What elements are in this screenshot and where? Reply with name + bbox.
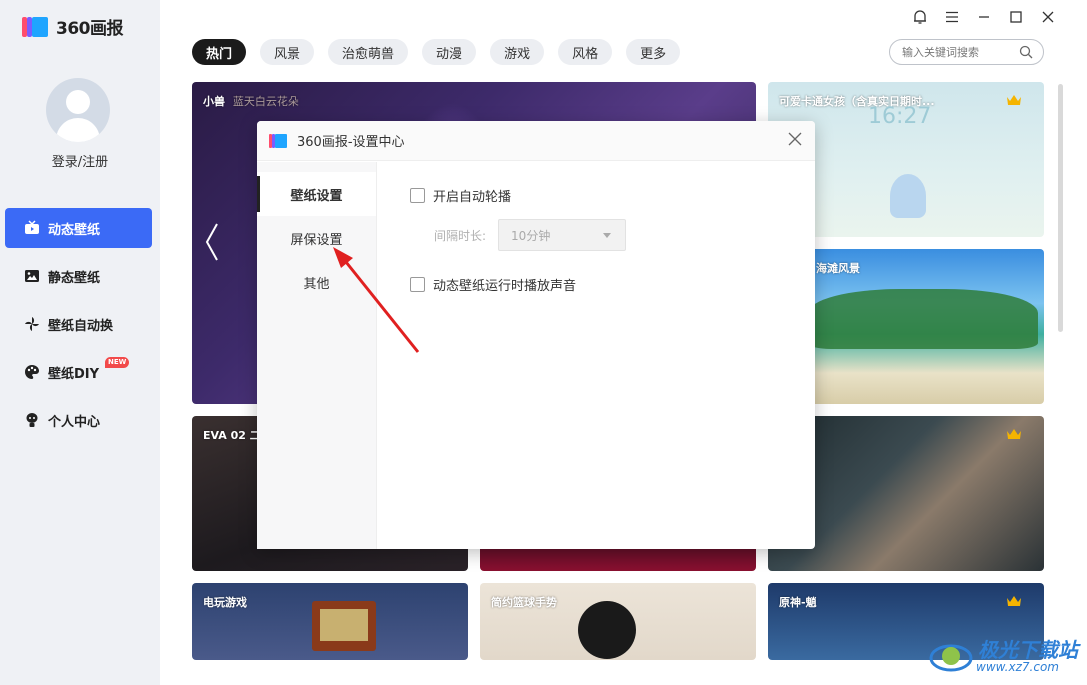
search-box xyxy=(889,39,1044,65)
palette-icon xyxy=(23,363,41,381)
sidebar-item-label: 壁纸自动换 xyxy=(48,318,114,334)
tab-cute-animals[interactable]: 治愈萌兽 xyxy=(328,39,409,65)
close-icon[interactable] xyxy=(1039,8,1057,26)
bell-icon[interactable] xyxy=(911,8,929,26)
card-title: 小兽 蓝天白云花朵 xyxy=(203,95,299,108)
interval-option: 间隔时长: 10分钟 xyxy=(434,219,627,251)
interval-value: 10分钟 xyxy=(511,228,551,243)
scrollbar[interactable] xyxy=(1058,84,1063,332)
login-register-link[interactable]: 登录/注册 xyxy=(0,151,160,170)
logo-text: 360画报 xyxy=(56,19,124,39)
play-sound-option: 动态壁纸运行时播放声音 xyxy=(410,275,626,294)
app-logo: 360画报 xyxy=(22,14,124,39)
dialog-title: 360画报-设置中心 xyxy=(297,135,405,150)
tab-style[interactable]: 风格 xyxy=(558,39,613,65)
card-title: 海滩风景 xyxy=(816,262,860,275)
tab-games[interactable]: 游戏 xyxy=(490,39,545,65)
card-title: EVA 02 二 xyxy=(203,429,261,442)
logo-icon xyxy=(22,15,50,39)
sidebar-item-static-wallpaper[interactable]: 静态壁纸 xyxy=(5,256,152,296)
dialog-sidebar: 壁纸设置 屏保设置 其他 xyxy=(257,162,377,549)
auto-rotate-option: 开启自动轮播 xyxy=(410,186,626,205)
window-controls xyxy=(911,8,1057,26)
tab-anime[interactable]: 动漫 xyxy=(422,39,477,65)
play-sound-checkbox[interactable] xyxy=(410,277,425,292)
sidebar-item-label: 静态壁纸 xyxy=(48,270,101,286)
tab-scenery[interactable]: 风景 xyxy=(260,39,315,65)
pinwheel-icon xyxy=(23,315,41,333)
dialog-header: 360画报-设置中心 xyxy=(257,121,815,161)
watermark-url: www.xz7.com xyxy=(976,660,1059,674)
card-title: 原神-魈 xyxy=(779,596,817,609)
auto-rotate-checkbox[interactable] xyxy=(410,188,425,203)
wallpaper-card-basketball[interactable]: 简约篮球手势 xyxy=(480,583,756,660)
sidebar-item-label: 壁纸DIY xyxy=(48,366,100,382)
new-badge: NEW xyxy=(105,357,130,368)
close-icon[interactable] xyxy=(787,131,803,147)
user-icon xyxy=(23,411,41,429)
menu-icon[interactable] xyxy=(943,8,961,26)
sidebar-item-live-wallpaper[interactable]: 动态壁纸 xyxy=(5,208,152,248)
chevron-left-icon[interactable] xyxy=(202,222,222,262)
interval-label: 间隔时长: xyxy=(434,228,487,243)
sidebar-item-profile[interactable]: 个人中心 xyxy=(5,400,152,440)
crown-icon xyxy=(1007,429,1021,439)
dialog-tab-screensaver-settings[interactable]: 屏保设置 xyxy=(257,216,376,260)
search-icon[interactable] xyxy=(1019,45,1033,59)
sidebar-item-diy[interactable]: 壁纸DIY NEW xyxy=(5,352,152,392)
play-sound-label: 动态壁纸运行时播放声音 xyxy=(433,279,577,294)
minimize-icon[interactable] xyxy=(975,8,993,26)
category-tabs: 热门 风景 治愈萌兽 动漫 游戏 风格 更多 xyxy=(192,39,681,65)
crown-icon xyxy=(1007,95,1021,105)
watermark-logo-icon xyxy=(929,644,973,672)
watermark: 极光下载站 www.xz7.com xyxy=(928,632,1078,682)
sidebar-item-auto-change[interactable]: 壁纸自动换 xyxy=(5,304,152,344)
chevron-down-icon xyxy=(603,233,612,238)
clock-text: 16:27 xyxy=(868,104,932,129)
crown-icon xyxy=(1007,596,1021,606)
tab-hot[interactable]: 热门 xyxy=(192,39,247,65)
card-title: 简约篮球手势 xyxy=(491,596,557,609)
settings-dialog: 360画报-设置中心 壁纸设置 屏保设置 其他 开启自动轮播 间隔时长: 10分… xyxy=(257,121,815,549)
image-icon xyxy=(23,267,41,285)
card-title: 电玩游戏 xyxy=(203,596,247,609)
tv-icon xyxy=(23,219,41,237)
dialog-body: 开启自动轮播 间隔时长: 10分钟 动态壁纸运行时播放声音 xyxy=(410,186,627,294)
auto-rotate-label: 开启自动轮播 xyxy=(433,190,512,205)
logo-icon xyxy=(269,133,289,149)
sidebar: 360画报 登录/注册 动态壁纸 静态壁纸 壁纸自动换 壁纸DIY NEW 个人… xyxy=(0,0,160,685)
sidebar-nav: 动态壁纸 静态壁纸 壁纸自动换 壁纸DIY NEW 个人中心 xyxy=(5,208,152,448)
dialog-tab-other[interactable]: 其他 xyxy=(257,260,376,304)
watermark-text: 极光下载站 xyxy=(978,638,1078,662)
sidebar-item-label: 个人中心 xyxy=(48,414,101,430)
maximize-icon[interactable] xyxy=(1007,8,1025,26)
interval-select[interactable]: 10分钟 xyxy=(498,219,627,251)
sidebar-item-label: 动态壁纸 xyxy=(48,222,101,238)
wallpaper-card-gaming[interactable]: 电玩游戏 xyxy=(192,583,468,660)
dialog-tab-wallpaper-settings[interactable]: 壁纸设置 xyxy=(257,172,376,216)
tab-more[interactable]: 更多 xyxy=(626,39,681,65)
avatar[interactable] xyxy=(46,78,110,142)
search-input[interactable] xyxy=(902,45,1012,59)
